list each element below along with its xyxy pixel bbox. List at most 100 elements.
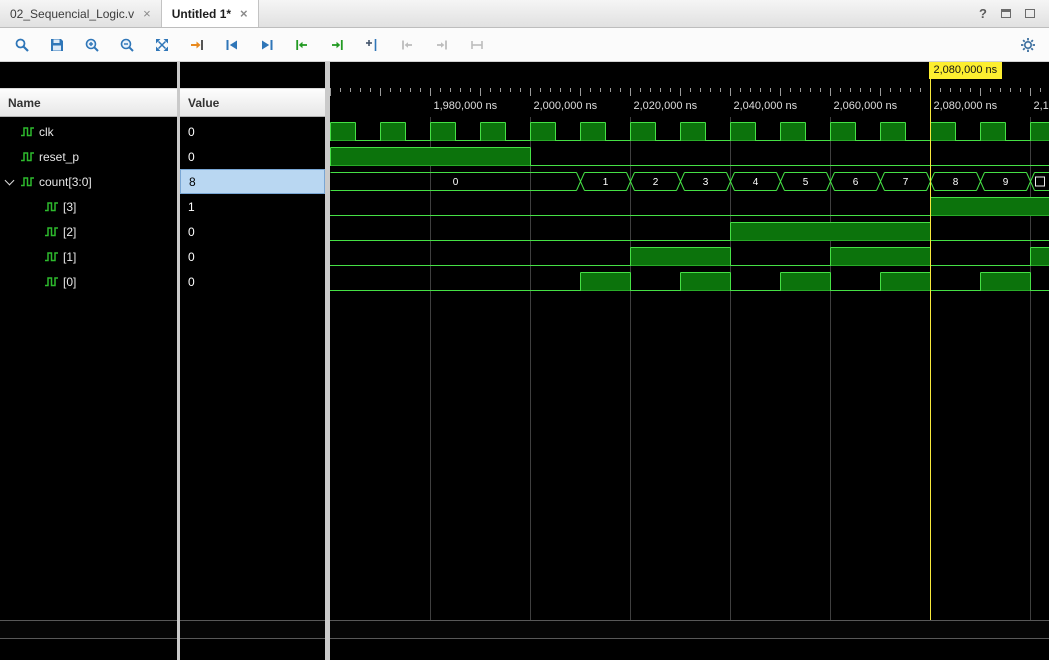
zoom-in-icon xyxy=(85,38,99,52)
waveform-plot[interactable]: 1,980,000 ns 2,000,000 ns 2,020,000 ns 2,04… xyxy=(330,62,1049,660)
signal-icon xyxy=(44,250,59,263)
expand-chevron-icon[interactable] xyxy=(4,175,15,186)
signal-icon xyxy=(20,150,35,163)
close-icon[interactable]: × xyxy=(240,7,248,20)
signal-value-cell[interactable]: 0 xyxy=(180,144,325,169)
add-marker-icon xyxy=(365,38,376,51)
tab-source-file[interactable]: 02_Sequencial_Logic.v × xyxy=(0,0,162,27)
next-marker-button[interactable] xyxy=(427,31,456,59)
name-header-label: Name xyxy=(8,95,41,110)
go-to-time-zero-icon xyxy=(295,39,307,50)
signal-icon xyxy=(44,225,59,238)
signal-row[interactable]: [0] xyxy=(0,269,177,294)
find-button[interactable] xyxy=(7,31,36,59)
signal-name-label: reset_p xyxy=(39,149,80,164)
tab-bar: 02_Sequencial_Logic.v × Untitled 1* × ? xyxy=(0,0,1049,28)
signal-name-label: count[3:0] xyxy=(39,174,92,189)
svg-text:6: 6 xyxy=(853,177,859,188)
signal-value-label: 0 xyxy=(188,249,195,264)
svg-text:4: 4 xyxy=(753,177,759,188)
signal-value-label: 0 xyxy=(188,274,195,289)
svg-text:5: 5 xyxy=(803,177,809,188)
svg-text:2: 2 xyxy=(653,177,659,188)
next-transition-button[interactable] xyxy=(252,31,281,59)
goto-time-button[interactable] xyxy=(182,31,211,59)
signal-value-cell[interactable]: 1 xyxy=(180,194,325,219)
svg-text:2,000,000 ns: 2,000,000 ns xyxy=(534,100,598,112)
signal-value-label: 1 xyxy=(188,199,195,214)
window-controls: ? xyxy=(979,0,1049,27)
signal-name-label: clk xyxy=(39,124,54,139)
panel-splitter[interactable] xyxy=(325,62,330,660)
signal-icon xyxy=(20,125,35,138)
signal-row[interactable]: count[3:0] xyxy=(0,169,177,194)
signal-value-cell[interactable]: 0 xyxy=(180,219,325,244)
maximize-icon[interactable] xyxy=(1025,9,1035,18)
svg-text:2,060,000 ns: 2,060,000 ns xyxy=(834,100,898,112)
signal-row[interactable]: clk xyxy=(0,119,177,144)
measure-button[interactable] xyxy=(462,31,491,59)
go-to-time-zero-button[interactable] xyxy=(287,31,316,59)
signal-value-cell[interactable]: 0 xyxy=(180,244,325,269)
tab-untitled-waveform[interactable]: Untitled 1* × xyxy=(161,0,259,27)
add-marker-button[interactable] xyxy=(357,31,386,59)
previous-marker-icon xyxy=(401,40,412,49)
signal-row[interactable]: reset_p xyxy=(0,144,177,169)
close-icon[interactable]: × xyxy=(143,7,151,20)
svg-text:2,020,000 ns: 2,020,000 ns xyxy=(634,100,698,112)
value-header-label: Value xyxy=(188,95,220,110)
svg-text:1,980,000 ns: 1,980,000 ns xyxy=(434,100,498,112)
waveform-canvas[interactable]: 1,980,000 ns 2,000,000 ns 2,020,000 ns 2,04… xyxy=(330,62,1049,660)
signal-value-label: 0 xyxy=(188,124,195,139)
signal-value-cell[interactable]: 0 xyxy=(180,269,325,294)
signal-names-panel: Name clk reset_p count[3:0] [3] [2] [1] [0] xyxy=(0,62,177,660)
save-button[interactable] xyxy=(42,31,71,59)
save-icon xyxy=(50,38,63,51)
signal-value-cell[interactable]: 0 xyxy=(180,119,325,144)
signal-name-label: [0] xyxy=(63,274,77,289)
signal-value-cell[interactable]: 8 xyxy=(180,169,325,194)
horizontal-scrollbar[interactable] xyxy=(0,620,177,639)
panel-splitter[interactable] xyxy=(177,62,180,660)
signal-row[interactable]: [3] xyxy=(0,194,177,219)
previous-transition-icon xyxy=(226,39,237,50)
horizontal-scrollbar[interactable] xyxy=(180,620,325,639)
simulator-window: 02_Sequencial_Logic.v × Untitled 1* × ? xyxy=(0,0,1049,660)
zoom-in-button[interactable] xyxy=(77,31,106,59)
gear-icon xyxy=(1020,37,1035,52)
previous-marker-button[interactable] xyxy=(392,31,421,59)
horizontal-scrollbar[interactable] xyxy=(330,620,1049,639)
signal-value-label: 0 xyxy=(188,224,195,239)
signal-value-rows: 0 0 8 1 0 0 0 xyxy=(180,119,325,294)
signal-name-rows: clk reset_p count[3:0] [3] [2] [1] [0] xyxy=(0,119,177,294)
svg-text:2,040,000 ns: 2,040,000 ns xyxy=(734,100,798,112)
signal-value-label: 0 xyxy=(188,149,195,164)
signal-icon xyxy=(44,200,59,213)
measure-icon xyxy=(470,40,483,49)
signal-row[interactable]: [2] xyxy=(0,219,177,244)
next-marker-icon xyxy=(436,40,447,49)
cursor-time-badge[interactable]: 2,080,000 ns xyxy=(928,62,1003,79)
value-column-header[interactable]: Value xyxy=(180,88,325,117)
float-icon[interactable] xyxy=(1001,9,1011,18)
next-transition-icon xyxy=(261,39,272,50)
go-to-last-time-icon xyxy=(331,39,343,50)
zoom-fit-button[interactable] xyxy=(147,31,176,59)
signal-name-label: [3] xyxy=(63,199,77,214)
svg-text:8: 8 xyxy=(953,177,959,188)
waveform-viewer: Name clk reset_p count[3:0] [3] [2] [1] [0] Va… xyxy=(0,62,1049,660)
go-to-last-time-button[interactable] xyxy=(322,31,351,59)
zoom-out-button[interactable] xyxy=(112,31,141,59)
svg-text:3: 3 xyxy=(703,177,709,188)
signal-value-label: 8 xyxy=(189,174,196,189)
previous-transition-button[interactable] xyxy=(217,31,246,59)
settings-button[interactable] xyxy=(1013,31,1042,59)
name-column-header[interactable]: Name xyxy=(0,88,177,117)
signal-row[interactable]: [1] xyxy=(0,244,177,269)
signal-name-label: [2] xyxy=(63,224,77,239)
svg-text:2,080,000 ns: 2,080,000 ns xyxy=(934,100,998,112)
signal-values-panel: Value 0 0 8 1 0 0 0 xyxy=(180,62,325,660)
help-icon[interactable]: ? xyxy=(979,6,987,21)
svg-text:2,1: 2,1 xyxy=(1034,100,1049,112)
signal-icon xyxy=(44,275,59,288)
